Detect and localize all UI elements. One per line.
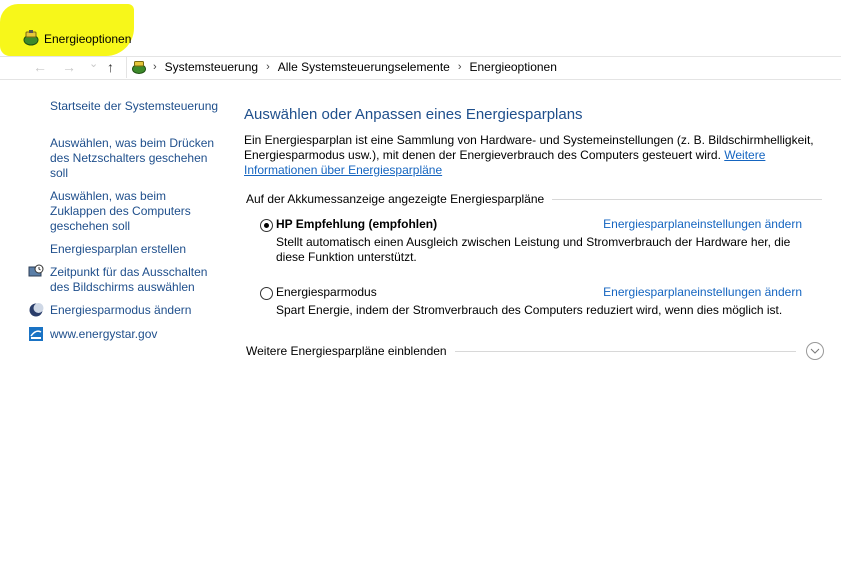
moon-icon [29,303,44,317]
page-title: Auswählen oder Anpassen eines Energiespa… [244,106,583,123]
plan-name[interactable]: Energiesparmodus [276,285,377,299]
divider [454,350,796,352]
sidebar-item-power-button[interactable]: Auswählen, was beim Drücken des Netzscha… [50,136,216,181]
monitor-clock-icon [28,264,44,277]
plan-description: Stellt automatisch einen Ausgleich zwisc… [276,235,791,264]
breadcrumb-separator: › [266,61,270,73]
sidebar-item-lid-close[interactable]: Auswählen, was beim Zuklappen des Comput… [50,189,200,234]
plan-hp-empfehlung: HP Empfehlung (empfohlen) Energiesparpla… [260,217,820,267]
breadcrumb-separator: › [457,61,462,73]
plan-energiesparmodus: Energiesparmodus Energiesparplaneinstell… [260,285,820,325]
recent-locations-button[interactable]: ⌄ [89,57,98,70]
divider [552,198,822,200]
window-title: Energieoptionen [44,32,132,46]
plan-description: Spart Energie, indem der Stromverbrauch … [276,303,783,317]
address-field[interactable]: › Systemsteuerung › Alle Systemsteuerung… [126,57,841,78]
plan-settings-link[interactable]: Energiesparplaneinstellungen ändern [603,285,802,299]
up-button[interactable]: ↑ [107,59,114,75]
back-button[interactable]: ← [33,59,47,75]
forward-button[interactable]: → [62,59,76,75]
plan-name[interactable]: HP Empfehlung (empfohlen) [276,217,437,231]
sidebar-item-display-off[interactable]: Zeitpunkt für das Ausschalten des Bildsc… [50,265,216,295]
breadcrumb-alle-elemente[interactable]: Alle Systemsteuerungselemente [278,60,450,74]
power-options-icon [23,30,39,46]
show-more-plans[interactable]: Weitere Energiesparpläne einblenden [246,342,824,360]
sidebar-item-sleep[interactable]: Energiesparmodus ändern [50,303,191,318]
energystar-icon [29,327,43,341]
title-bar: Energieoptionen [0,0,841,56]
breadcrumb-separator: › [153,61,157,73]
sidebar-home-link[interactable]: Startseite der Systemsteuerung [50,99,218,114]
address-bar: ← → ⌄ ↑ › Systemsteuerung › Alle Systems… [0,56,841,80]
page-description: Ein Energiesparplan ist eine Sammlung vo… [244,133,814,177]
highlight-mark [0,4,134,56]
sidebar-item-create-plan[interactable]: Energiesparplan erstellen [50,242,186,257]
plan-radio-energiesparmodus[interactable] [260,287,273,300]
sidebar-item-energystar[interactable]: www.energystar.gov [50,327,157,342]
plan-settings-link[interactable]: Energiesparplaneinstellungen ändern [603,217,802,231]
breadcrumb-systemsteuerung[interactable]: Systemsteuerung [165,60,258,74]
breadcrumb-energieoptionen[interactable]: Energieoptionen [470,60,557,74]
plan-radio-hp[interactable] [260,219,273,232]
plans-group-header: Auf der Akkumessanzeige angezeigte Energ… [246,192,822,206]
control-panel-icon [132,61,146,74]
chevron-down-icon[interactable] [806,342,824,360]
